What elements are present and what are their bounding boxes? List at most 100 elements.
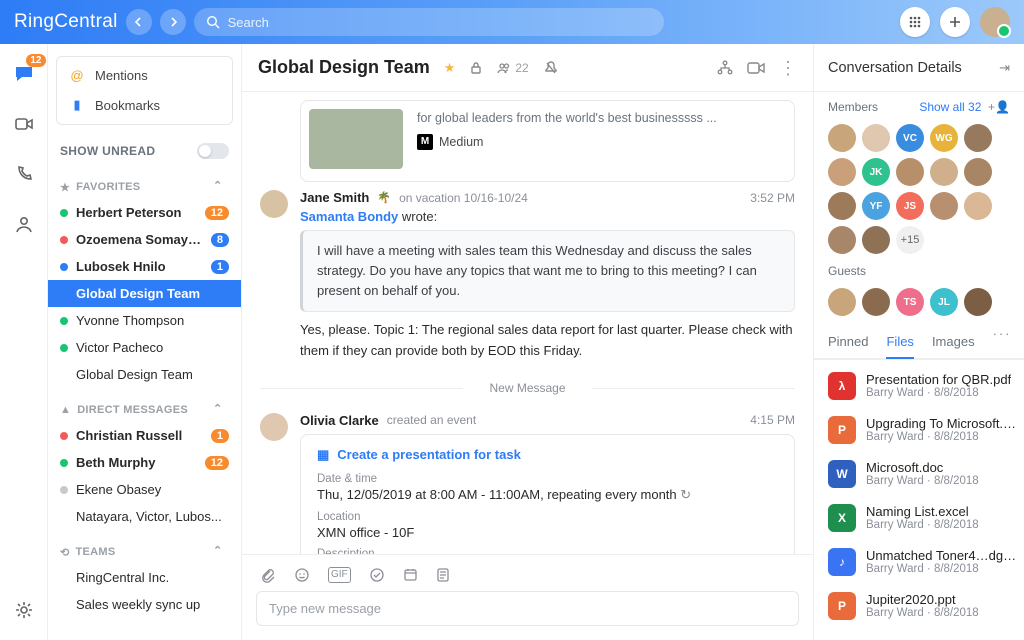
tab-files[interactable]: Files (886, 326, 913, 359)
sidebar-item[interactable]: Global Design Team (48, 361, 241, 388)
member-avatar[interactable] (828, 124, 856, 152)
msg-status: on vacation 10/16-10/24 (399, 191, 528, 205)
member-avatar[interactable]: YF (862, 192, 890, 220)
avatar[interactable] (260, 190, 288, 218)
member-avatar[interactable] (964, 124, 992, 152)
rail-settings[interactable] (12, 598, 36, 622)
file-type-icon: λ (828, 372, 856, 400)
repeat-icon: ↻ (680, 487, 691, 502)
link-preview-card[interactable]: for global leaders from the world's best… (300, 100, 795, 182)
guest-avatar[interactable]: JL (930, 288, 958, 316)
file-row[interactable]: WMicrosoft.docBarry Ward · 8/8/2018 (814, 452, 1024, 496)
sidebar-item-label: RingCentral Inc. (76, 570, 229, 585)
sidebar-item[interactable]: Christian Russell1 (48, 422, 241, 449)
file-row[interactable]: λPresentation for QBR.pdfBarry Ward · 8/… (814, 364, 1024, 408)
add-member-icon[interactable]: +👤 (988, 100, 1010, 114)
file-row[interactable]: XNaming List.excelBarry Ward · 8/8/2018 (814, 496, 1024, 540)
guest-avatar[interactable]: TS (896, 288, 924, 316)
sidebar-item[interactable]: Herbert Peterson12 (48, 199, 241, 226)
section-dm[interactable]: ▲DIRECT MESSAGES ⌃ (48, 388, 241, 422)
member-avatar[interactable] (862, 226, 890, 254)
member-avatar[interactable] (930, 192, 958, 220)
search-wrap[interactable] (194, 8, 664, 36)
lock-icon[interactable] (469, 61, 483, 75)
sidebar-item[interactable]: Global Design Team (48, 280, 241, 307)
search-input[interactable] (228, 15, 652, 30)
member-avatar[interactable] (930, 158, 958, 186)
sidebar-mentions[interactable]: @Mentions (57, 61, 232, 90)
collapse-icon[interactable]: ⇥ (999, 60, 1010, 76)
mute-icon[interactable] (543, 60, 559, 76)
member-avatar[interactable]: VC (896, 124, 924, 152)
file-meta: Barry Ward · 8/8/2018 (866, 475, 979, 487)
dialpad-button[interactable] (900, 7, 930, 37)
member-avatar[interactable]: JS (896, 192, 924, 220)
sidebar-item[interactable]: Ekene Obasey (48, 476, 241, 503)
details-panel: Conversation Details ⇥ Members Show all … (814, 44, 1024, 640)
note-icon[interactable] (436, 567, 450, 583)
members-overflow[interactable]: +15 (896, 226, 924, 254)
sidebar-item[interactable]: Victor Pacheco (48, 334, 241, 361)
profile-avatar[interactable] (980, 7, 1010, 37)
mention-link[interactable]: Samanta Bondy (300, 209, 398, 224)
guest-avatar[interactable] (828, 288, 856, 316)
section-favorites[interactable]: ★FAVORITES ⌃ (48, 165, 241, 199)
show-all-link[interactable]: Show all 32 (919, 100, 981, 114)
bookmark-icon: ▮ (69, 97, 85, 113)
sidebar-item-label: Sales weekly sync up (76, 597, 229, 612)
member-avatar[interactable] (964, 192, 992, 220)
attach-icon[interactable] (260, 567, 276, 583)
file-row[interactable]: PJupiter2020.pptBarry Ward · 8/8/2018 (814, 584, 1024, 628)
tabs-more-icon[interactable]: ··· (993, 326, 1012, 358)
presence-dot (60, 236, 68, 244)
emoji-icon[interactable] (294, 567, 310, 583)
file-row[interactable]: PUpgrading To Microsoft.pptBarry Ward · … (814, 408, 1024, 452)
sidebar-bookmarks[interactable]: ▮Bookmarks (57, 90, 232, 120)
tab-images[interactable]: Images (932, 326, 975, 358)
member-avatar[interactable]: JK (862, 158, 890, 186)
sidebar-item[interactable]: RingCentral Inc. (48, 564, 241, 591)
file-row[interactable]: ♪Unmatched Toner4…dge.mp4Barry Ward · 8/… (814, 540, 1024, 584)
rail-video[interactable] (12, 112, 36, 136)
sidebar-item-label: Global Design Team (76, 367, 229, 382)
org-chart-icon[interactable] (717, 60, 733, 76)
members-count[interactable]: 22 (497, 61, 528, 75)
sidebar-item[interactable]: Beth Murphy12 (48, 449, 241, 476)
member-avatar[interactable] (862, 124, 890, 152)
member-avatar[interactable] (964, 158, 992, 186)
add-button[interactable] (940, 7, 970, 37)
member-avatar[interactable] (828, 158, 856, 186)
message-input[interactable]: Type new message (256, 591, 799, 626)
member-avatar[interactable] (896, 158, 924, 186)
section-teams[interactable]: ⟲TEAMS ⌃ (48, 530, 241, 564)
favorite-star-icon[interactable]: ★ (444, 60, 456, 76)
nav-back-button[interactable] (126, 9, 152, 35)
rail-chat[interactable]: 12 (12, 62, 36, 86)
member-avatar[interactable] (828, 226, 856, 254)
video-call-icon[interactable] (747, 61, 765, 75)
event-card[interactable]: ▦Create a presentation for task Date & t… (300, 434, 795, 554)
member-avatar[interactable]: WG (930, 124, 958, 152)
sidebar-item[interactable]: Sales weekly sync up (48, 591, 241, 618)
event-icon[interactable] (403, 567, 418, 583)
sidebar-item[interactable]: Lubosek Hnilo1 (48, 253, 241, 280)
tab-pinned[interactable]: Pinned (828, 326, 868, 358)
left-rail: 12 (0, 44, 48, 640)
show-unread-toggle[interactable] (197, 143, 229, 159)
sidebar-item[interactable]: Yvonne Thompson (48, 307, 241, 334)
task-icon[interactable] (369, 567, 385, 583)
gif-icon[interactable]: GIF (328, 567, 351, 583)
member-avatar[interactable] (828, 192, 856, 220)
sidebar-item[interactable]: Ozoemena Somayina8 (48, 226, 241, 253)
rail-contacts[interactable] (12, 212, 36, 236)
nav-forward-button[interactable] (160, 9, 186, 35)
sidebar-item[interactable]: Natayara, Victor, Lubos... (48, 503, 241, 530)
presence-dot (60, 459, 68, 467)
guest-avatar[interactable] (862, 288, 890, 316)
avatar[interactable] (260, 413, 288, 441)
file-name: Presentation for QBR.pdf (866, 372, 1011, 387)
rail-phone[interactable] (12, 162, 36, 186)
unread-badge: 1 (211, 260, 229, 274)
vacation-icon: 🌴 (377, 191, 391, 204)
guest-avatar[interactable] (964, 288, 992, 316)
